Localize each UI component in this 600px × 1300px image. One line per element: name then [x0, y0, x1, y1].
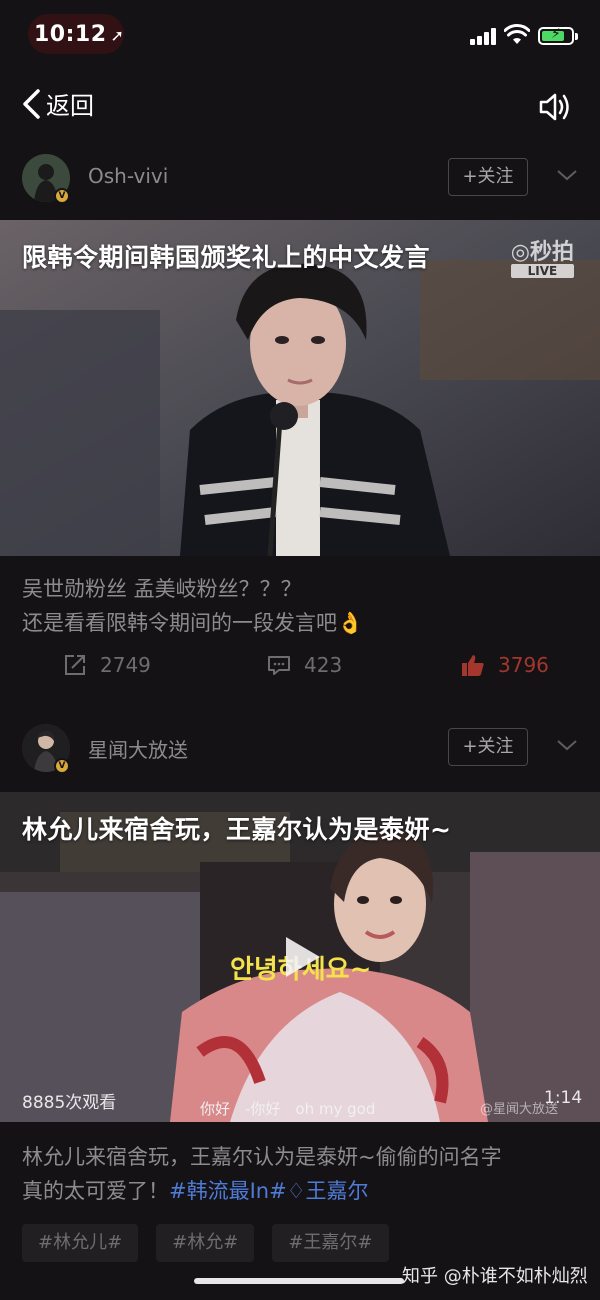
back-label: 返回: [46, 92, 94, 120]
post-text-line: 真的太可爱了！#韩流最In#♢王嘉尔: [22, 1174, 502, 1208]
video-title: 限韩令期间韩国颁奖礼上的中文发言: [22, 243, 431, 272]
battery-cap: [575, 33, 578, 40]
action-row: 2749 423 3796: [0, 652, 600, 692]
video-title: 林允儿来宿舍玩，王嘉尔认为是泰妍~: [22, 815, 452, 844]
hashtag-link[interactable]: #韩流最In#: [169, 1179, 287, 1203]
watermark-live: LIVE: [510, 264, 574, 278]
video-player[interactable]: 限韩令期间韩国颁奖礼上的中文发言 ◎秒拍 LIVE: [0, 220, 600, 556]
tag-chip[interactable]: #林允#: [156, 1224, 255, 1262]
follow-button[interactable]: +关注: [448, 158, 528, 196]
view-count: 8885次观看: [22, 1093, 117, 1113]
comment-icon: [268, 656, 290, 675]
post-text[interactable]: 吴世勋粉丝 孟美岐粉丝？？？ 还是看看限韩令期间的一段发言吧👌: [22, 572, 363, 640]
clock-text: 10:12: [34, 22, 107, 47]
status-bar: 10:12 ➚ ⚡: [0, 0, 600, 70]
post-text-line: 吴世勋粉丝 孟美岐粉丝？？？: [22, 577, 302, 601]
share-icon: [65, 655, 85, 675]
post-text-plain: 真的太可爱了！: [22, 1179, 169, 1203]
subtitle-text: 你好 -你好 oh my god: [200, 1100, 376, 1118]
tag-chip[interactable]: #王嘉尔#: [272, 1224, 389, 1262]
chevron-down-icon[interactable]: [556, 738, 578, 752]
post-header: V 星闻大放送 +关注: [0, 720, 600, 780]
like-count: 3796: [498, 653, 549, 677]
chevron-down-icon[interactable]: [556, 168, 578, 182]
super-topic-icon: ♢: [286, 1179, 306, 1203]
location-arrow-icon: ➚: [110, 26, 125, 45]
video-player[interactable]: 안녕하세요~ 林允儿来宿舍玩，王嘉尔认为是泰妍~ 8885次观看 你好 -你好 …: [0, 792, 600, 1122]
share-count: 2749: [100, 653, 151, 677]
tag-chip[interactable]: #林允儿#: [22, 1224, 139, 1262]
overlay-watermark: 知乎 @朴谁不如朴灿烈: [402, 1266, 588, 1287]
share-button[interactable]: 2749: [62, 652, 151, 678]
video-watermark: @星闻大放送: [480, 1102, 559, 1117]
sound-icon[interactable]: [538, 90, 574, 124]
comment-button[interactable]: 423: [266, 652, 342, 678]
post-text-line: 还是看看限韩令期间的一段发言吧👌: [22, 611, 364, 635]
home-indicator[interactable]: [194, 1278, 404, 1284]
post-text-line: 林允儿来宿舍玩，王嘉尔认为是泰妍~偷偷的问名字: [22, 1145, 502, 1169]
thumbs-up-icon: [462, 655, 484, 676]
watermark-text: 秒拍: [529, 240, 574, 265]
cellular-signal-icon: [470, 27, 498, 45]
like-button[interactable]: 3796: [460, 652, 549, 678]
verified-badge-icon: V: [54, 758, 70, 774]
play-icon[interactable]: [282, 934, 322, 980]
author-name[interactable]: Osh-vivi: [88, 164, 168, 188]
video-watermark: ◎秒拍 LIVE: [510, 240, 574, 278]
nav-bar: 返回: [0, 80, 600, 136]
tag-list: #林允儿# #林允# #王嘉尔#: [22, 1224, 389, 1262]
comment-count: 423: [304, 653, 343, 677]
post-header: V Osh-vivi +关注: [0, 150, 600, 210]
follow-button[interactable]: +关注: [448, 728, 528, 766]
back-button[interactable]: 返回: [20, 86, 94, 121]
super-topic-link[interactable]: 王嘉尔: [306, 1179, 369, 1203]
post-text[interactable]: 林允儿来宿舍玩，王嘉尔认为是泰妍~偷偷的问名字 真的太可爱了！#韩流最In#♢王…: [22, 1140, 502, 1208]
back-chevron-icon: [23, 88, 40, 119]
status-time: 10:12 ➚: [34, 22, 124, 47]
verified-badge-icon: V: [54, 188, 70, 204]
battery-icon: ⚡: [538, 26, 574, 45]
author-name[interactable]: 星闻大放送: [88, 734, 188, 763]
wifi-icon: [504, 24, 530, 44]
